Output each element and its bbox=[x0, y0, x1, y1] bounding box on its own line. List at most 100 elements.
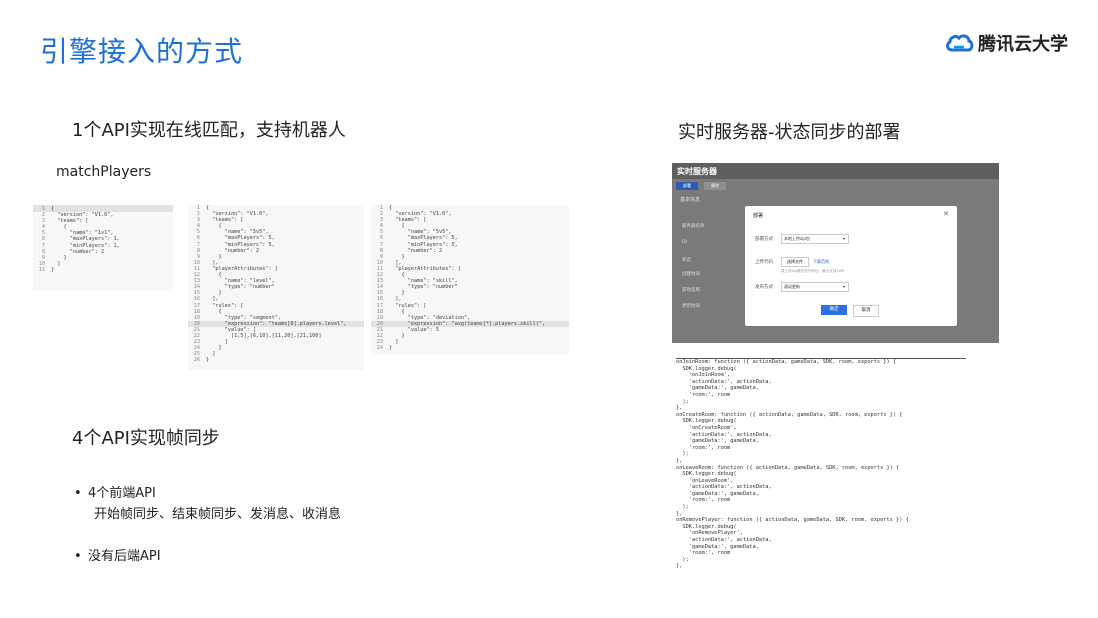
dialog-ok-button[interactable]: 确定 bbox=[821, 305, 847, 315]
code-text: 'actionData:', actionData, bbox=[676, 484, 772, 490]
code-text: ], bbox=[206, 296, 219, 302]
bullet-dot: • bbox=[74, 549, 88, 564]
code-text: } bbox=[206, 254, 222, 260]
code-text: 'room:', room bbox=[676, 445, 730, 451]
line-number: 11 bbox=[33, 267, 45, 273]
code-line: 'room:', room bbox=[676, 497, 966, 504]
code-text: [1,5],[6,10],[11,20],[21,100] bbox=[206, 333, 322, 339]
code-text: "minPlayers": 1, bbox=[51, 243, 120, 249]
code-text: onJoinRoom: function ({ actionData, game… bbox=[676, 359, 896, 365]
code-text: { bbox=[51, 224, 67, 230]
dialog-spec-value: 滚动更新 bbox=[784, 284, 800, 289]
code-text: "version": "V1.0", bbox=[389, 211, 451, 217]
code-line: 'onRemovePlayer', bbox=[676, 530, 966, 537]
screenshot-deploy-button[interactable]: 部署 bbox=[676, 182, 698, 190]
bullet-frontend-api: •4个前端API 开始帧同步、结束帧同步、发消息、收消息 bbox=[74, 482, 341, 522]
code-line: onCreateRoom: function ({ actionData, ga… bbox=[676, 412, 966, 419]
code-text: { bbox=[206, 272, 222, 278]
dialog-mode-select[interactable]: 本地上传zip包 ▾ bbox=[781, 234, 849, 244]
dialog-cancel-button[interactable]: 取消 bbox=[853, 305, 879, 317]
code-line: SDK.logger.debug( bbox=[676, 366, 966, 373]
code-text: 'room:', room bbox=[676, 497, 730, 503]
code-line: }, bbox=[676, 511, 966, 518]
cloud-icon bbox=[944, 32, 974, 54]
code-text: "rules": [ bbox=[389, 303, 426, 309]
code-block-1v1: 1{2 "version": "V1.0",3 "teams": [4 {5 "… bbox=[33, 205, 173, 291]
dialog-mode-value: 本地上传zip包 bbox=[784, 236, 810, 241]
dialog-upload-button[interactable]: 选择文件 bbox=[781, 257, 809, 267]
code-line: onRemovePlayer: function ({ actionData, … bbox=[676, 517, 966, 524]
code-line: 24} bbox=[371, 345, 569, 351]
code-text: 'onJoinRoom', bbox=[676, 372, 730, 378]
code-text: { bbox=[51, 206, 54, 212]
dialog-label-spec: 发布方式 bbox=[755, 284, 773, 290]
code-text: { bbox=[389, 309, 405, 315]
screenshot-title: 实时服务器 bbox=[677, 166, 717, 177]
code-text: 'onLeaveRoom', bbox=[676, 478, 733, 484]
chevron-down-icon: ▾ bbox=[843, 235, 845, 243]
code-text: "type": "number" bbox=[206, 284, 275, 290]
code-text: "teams": [ bbox=[51, 218, 88, 224]
code-text: } bbox=[389, 290, 405, 296]
code-text: { bbox=[389, 205, 392, 211]
bullet-backend-api: •没有后端API bbox=[74, 545, 161, 564]
line-number: 24 bbox=[371, 345, 383, 351]
bullet-title: 没有后端API bbox=[88, 549, 161, 564]
code-text: } bbox=[206, 290, 222, 296]
code-text: "type": "segment", bbox=[206, 315, 281, 321]
heading-deploy: 实时服务器-状态同步的部署 bbox=[678, 118, 901, 144]
code-line: 'actionData:', actionData, bbox=[676, 432, 966, 439]
bullet-title: 4个前端API bbox=[88, 486, 156, 501]
code-line: 'actionData:', actionData, bbox=[676, 537, 966, 544]
code-text: "value": 5 bbox=[389, 327, 439, 333]
code-text: 'gameData:', gameData, bbox=[676, 385, 759, 391]
code-text: 'gameData:', gameData, bbox=[676, 491, 759, 497]
code-line: SDK.logger.debug( bbox=[676, 418, 966, 425]
code-text: onCreateRoom: function ({ actionData, ga… bbox=[676, 412, 902, 418]
bullet-detail: 开始帧同步、结束帧同步、发消息、收消息 bbox=[74, 503, 341, 522]
code-text: "minPlayers": 5, bbox=[389, 242, 458, 248]
screenshot-delete-button[interactable]: 删除 bbox=[704, 182, 726, 190]
dialog-label-code: 上传代码 bbox=[755, 259, 773, 265]
close-icon[interactable]: ✕ bbox=[943, 210, 949, 218]
code-text: } bbox=[51, 255, 67, 261]
code-line: 'room:', room bbox=[676, 550, 966, 557]
code-text: 'room:', room bbox=[676, 550, 730, 556]
code-text: 'actionData:', actionData, bbox=[676, 537, 772, 543]
dialog-download-link[interactable]: 下载范例 bbox=[813, 259, 829, 265]
code-text: "version": "V1.0", bbox=[206, 211, 268, 217]
code-text: "type": "deviation", bbox=[389, 315, 470, 321]
slide-title: 引擎接入的方式 bbox=[40, 30, 243, 70]
code-text: SDK.logger.debug( bbox=[676, 418, 737, 424]
code-text: SDK.logger.debug( bbox=[676, 524, 737, 530]
code-line: onJoinRoom: function ({ actionData, game… bbox=[676, 359, 966, 366]
code-text: "maxPlayers": 1, bbox=[51, 236, 120, 242]
code-text: 'onCreateRoom', bbox=[676, 425, 737, 431]
code-text: { bbox=[389, 272, 405, 278]
screenshot-topbar bbox=[672, 163, 999, 179]
code-text: 'gameData:', gameData, bbox=[676, 438, 759, 444]
code-text: "maxPlayers": 5, bbox=[206, 235, 275, 241]
code-line: }, bbox=[676, 405, 966, 412]
line-number: 26 bbox=[188, 357, 200, 363]
code-text: { bbox=[206, 223, 222, 229]
screenshot-row: 状态 bbox=[682, 257, 691, 263]
code-line: 'onJoinRoom', bbox=[676, 372, 966, 379]
code-text: 'onRemovePlayer', bbox=[676, 530, 743, 536]
code-block-deviation: 1{2 "version": "V1.0",3 "teams": [4 {5 "… bbox=[371, 205, 569, 355]
code-text: "number": 2 bbox=[389, 248, 442, 254]
code-text: ); bbox=[676, 557, 689, 563]
code-line: 'gameData:', gameData, bbox=[676, 544, 966, 551]
dialog-spec-select[interactable]: 滚动更新▾ bbox=[781, 282, 849, 292]
code-text: ], bbox=[206, 260, 219, 266]
heading-frame-sync: 4个API实现帧同步 bbox=[72, 424, 220, 450]
code-text: "name": "skill", bbox=[389, 278, 458, 284]
code-text: ); bbox=[676, 504, 689, 510]
screenshot-subtitle: 基本信息 bbox=[680, 196, 700, 203]
code-text: { bbox=[389, 223, 405, 229]
heading-match: 1个API实现在线匹配，支持机器人 bbox=[72, 116, 346, 142]
code-text: "rules": [ bbox=[206, 303, 243, 309]
code-block-segment: 1{2 "version": "V1.0",3 "teams": [4 {5 "… bbox=[188, 205, 364, 370]
dialog-hint: 请上传zip格式的代码包，最大支持20M bbox=[781, 269, 844, 274]
code-text: ], bbox=[389, 296, 402, 302]
